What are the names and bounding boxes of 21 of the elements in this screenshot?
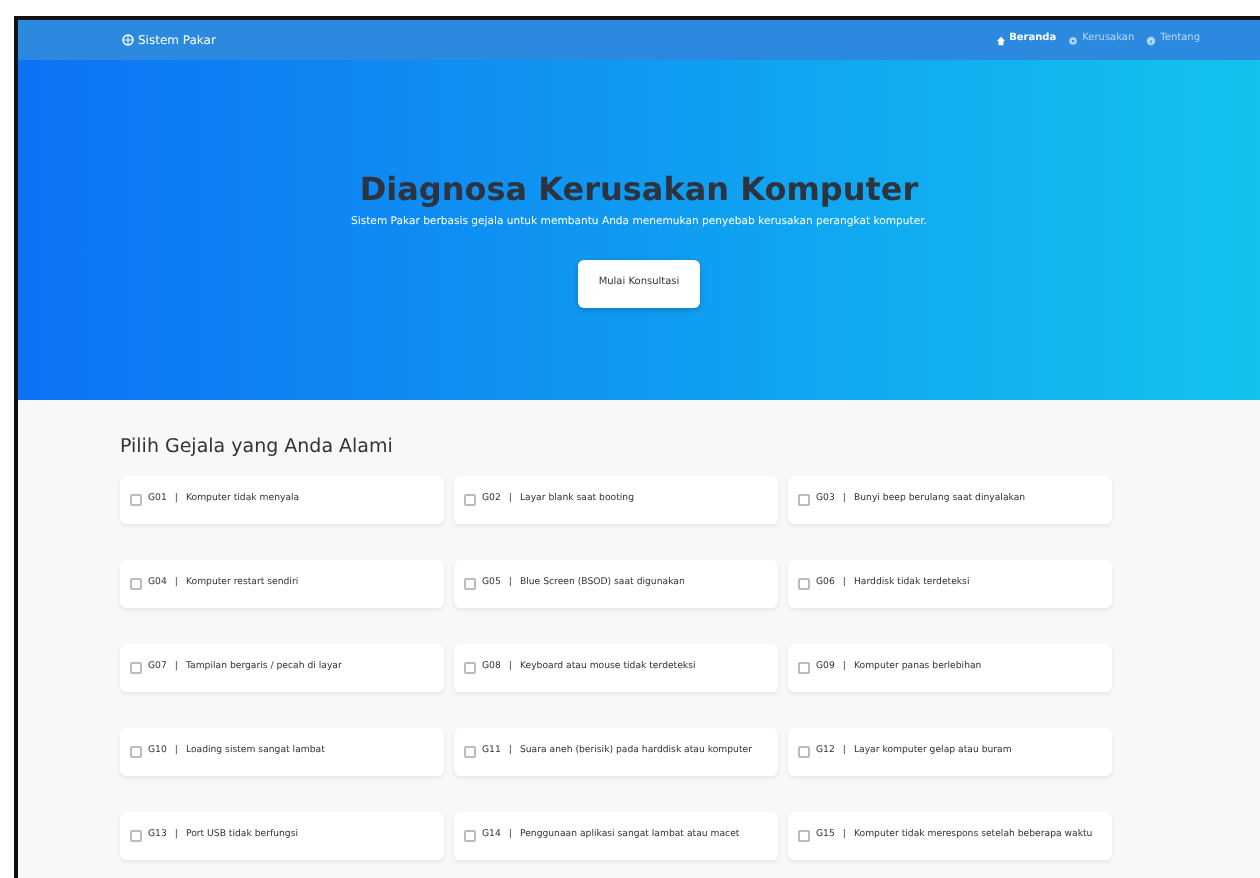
house-icon (995, 35, 1006, 45)
symptom-checkbox[interactable] (464, 830, 476, 843)
hero-title: Diagnosa Kerusakan Komputer (359, 170, 919, 209)
symptom-checkbox[interactable] (130, 830, 142, 843)
symptom-checkbox[interactable] (798, 494, 810, 507)
gear-icon (1068, 35, 1079, 45)
symptom-checkbox[interactable] (130, 746, 142, 759)
symptom-checkbox[interactable] (798, 746, 810, 759)
symptom-checkbox[interactable] (798, 830, 810, 843)
section-heading: Pilih Gejala yang Anda Alami (120, 436, 395, 459)
symptom-checkbox[interactable] (464, 494, 476, 507)
globe-icon (122, 34, 134, 46)
symptom-checkbox[interactable] (464, 578, 476, 591)
symptom-checkbox[interactable] (130, 662, 142, 675)
symptom-checkbox[interactable] (464, 746, 476, 759)
symptom-checkbox[interactable] (798, 578, 810, 591)
symptom-checkbox[interactable] (130, 578, 142, 591)
symptom-checkbox[interactable] (130, 494, 142, 507)
info-icon (1146, 35, 1157, 45)
symptom-checkbox[interactable] (798, 662, 810, 675)
symptom-checkbox[interactable] (464, 662, 476, 675)
